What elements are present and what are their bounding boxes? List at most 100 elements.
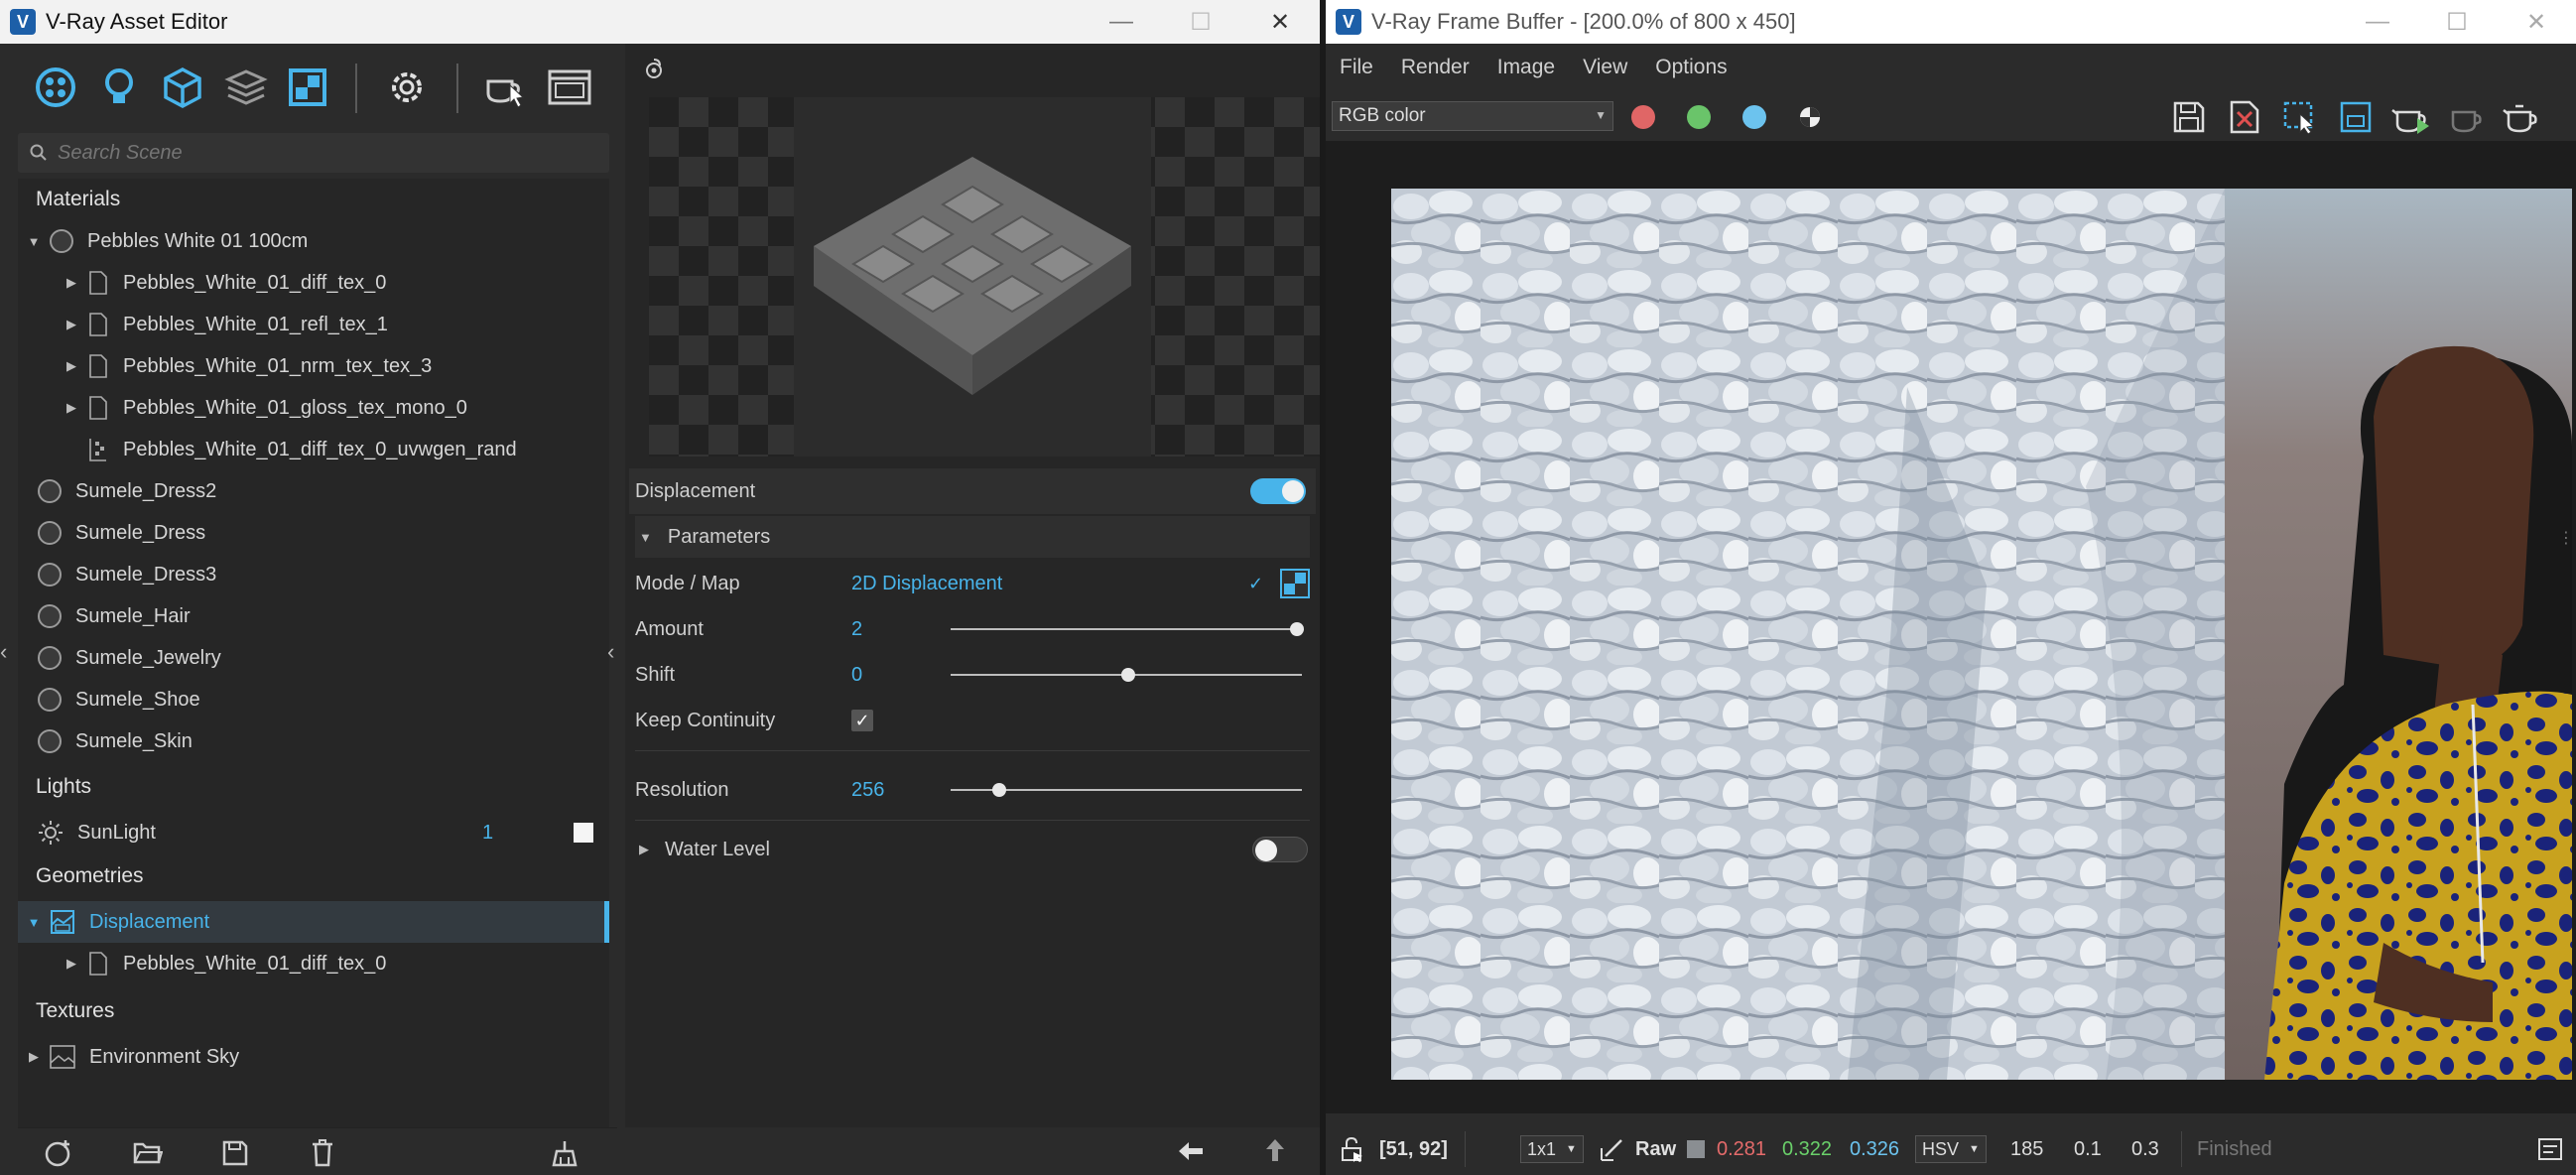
purge-unused-icon[interactable]: [550, 1138, 580, 1168]
material-item[interactable]: Sumele_Dress2: [18, 470, 609, 512]
side-panel-handle[interactable]: ⋮: [2558, 528, 2574, 548]
interactive-render-icon[interactable]: [480, 62, 532, 113]
geometry-category-icon[interactable]: [157, 62, 208, 113]
expand-caret-icon[interactable]: ▶: [62, 315, 81, 334]
collapse-left-icon[interactable]: ‹: [0, 639, 18, 669]
zoom-select[interactable]: 1x1 ▼: [1520, 1123, 1584, 1175]
menu-file[interactable]: File: [1340, 56, 1373, 79]
color-mode-select[interactable]: HSV ▼: [1915, 1123, 1987, 1175]
displacement-toggle[interactable]: [1250, 478, 1306, 504]
material-sphere-icon: [38, 604, 62, 628]
texture-item[interactable]: ▶ Pebbles_White_01_gloss_tex_mono_0: [18, 387, 609, 429]
material-item[interactable]: Sumele_Jewelry: [18, 637, 609, 679]
lock-icon[interactable]: [1340, 1123, 1365, 1175]
preview-settings-icon[interactable]: [639, 56, 669, 85]
slider-handle[interactable]: [992, 783, 1006, 797]
resolution-slider[interactable]: [951, 783, 1302, 797]
open-folder-icon[interactable]: [133, 1138, 163, 1168]
add-asset-icon[interactable]: [44, 1138, 73, 1168]
green-channel-button[interactable]: [1687, 105, 1711, 129]
expand-caret-icon[interactable]: ▼: [24, 231, 44, 251]
settings-gear-icon[interactable]: [381, 62, 433, 113]
material-item[interactable]: Sumele_Skin: [18, 720, 609, 762]
material-item[interactable]: Sumele_Shoe: [18, 679, 609, 720]
minimize-button[interactable]: —: [2338, 0, 2417, 44]
light-item-sunlight[interactable]: SunLight 1: [18, 812, 609, 853]
stop-render-icon[interactable]: [2447, 99, 2487, 135]
light-color-swatch[interactable]: [574, 823, 593, 843]
menu-options[interactable]: Options: [1655, 56, 1727, 79]
menu-view[interactable]: View: [1583, 56, 1627, 79]
material-item[interactable]: Sumele_Dress: [18, 512, 609, 554]
up-arrow-icon[interactable]: [1264, 1137, 1286, 1163]
maximize-button[interactable]: ☐: [2417, 0, 2497, 44]
close-button[interactable]: ✕: [2497, 0, 2576, 44]
expand-caret-icon[interactable]: ▶: [62, 954, 81, 974]
material-item[interactable]: Sumele_Hair: [18, 595, 609, 637]
collapse-caret-icon[interactable]: ▼: [639, 530, 652, 545]
water-level-toggle[interactable]: [1252, 837, 1308, 862]
search-scene-box[interactable]: [18, 133, 609, 173]
frame-buffer-icon[interactable]: [544, 62, 595, 113]
amount-value[interactable]: 2: [851, 618, 862, 641]
render-last-icon[interactable]: [2503, 99, 2542, 135]
expand-caret-icon[interactable]: ▼: [24, 912, 44, 932]
render-teapot-icon[interactable]: [2391, 99, 2431, 135]
texture-item[interactable]: ▶ Pebbles_White_01_nrm_tex_tex_3: [18, 345, 609, 387]
region-render-icon[interactable]: [2280, 99, 2320, 135]
minimize-button[interactable]: —: [1082, 0, 1161, 44]
texture-item[interactable]: ▶ Pebbles_White_01_diff_tex_0: [18, 262, 609, 304]
collapse-panel-icon[interactable]: ‹: [607, 639, 625, 669]
red-channel-button[interactable]: [1631, 105, 1655, 129]
rendered-image[interactable]: [1391, 189, 2572, 1080]
textures-category-icon[interactable]: [282, 62, 333, 113]
expand-caret-icon[interactable]: ▶: [62, 356, 81, 376]
texture-item-environment-sky[interactable]: ▶ Environment Sky: [18, 1036, 609, 1078]
texture-item[interactable]: ▶ Pebbles_White_01_refl_tex_1: [18, 304, 609, 345]
search-input[interactable]: [58, 141, 593, 165]
menu-render[interactable]: Render: [1401, 56, 1470, 79]
uvwgen-item[interactable]: Pebbles_White_01_diff_tex_0_uvwgen_rand: [18, 429, 609, 470]
clear-image-icon[interactable]: [2225, 99, 2264, 135]
frame-buffer-statusbar: [51, 92] 1x1 ▼ Raw 0.281 0.322 0.326 HSV ▼…: [1326, 1123, 2576, 1175]
close-button[interactable]: ✕: [1240, 0, 1320, 44]
expand-caret-icon[interactable]: ▶: [62, 273, 81, 293]
slider-handle[interactable]: [1290, 622, 1304, 636]
menu-image[interactable]: Image: [1497, 56, 1555, 79]
expand-caret-icon[interactable]: ▶: [24, 1047, 44, 1067]
track-mouse-icon[interactable]: [2336, 99, 2376, 135]
texture-item[interactable]: ▶ Pebbles_White_01_diff_tex_0: [18, 943, 609, 984]
slider-handle[interactable]: [1121, 668, 1135, 682]
resolution-label: Resolution: [635, 778, 729, 801]
channel-select[interactable]: RGB color ▼: [1332, 101, 1613, 131]
frame-buffer-canvas[interactable]: ⋮: [1326, 141, 2576, 1113]
material-item[interactable]: Sumele_Dress3: [18, 554, 609, 595]
materials-category-icon[interactable]: [30, 62, 81, 113]
geometry-item-displacement[interactable]: ▼ Displacement: [18, 901, 609, 943]
lights-category-icon[interactable]: [93, 62, 145, 113]
color-picker-icon[interactable]: [1600, 1123, 1625, 1175]
render-elements-category-icon[interactable]: [220, 62, 272, 113]
expand-caret-icon[interactable]: ▶: [62, 398, 81, 418]
log-panel-icon[interactable]: [2538, 1123, 2562, 1175]
maximize-button[interactable]: ☐: [1161, 0, 1240, 44]
water-level-row[interactable]: ▶ Water Level: [635, 828, 1310, 871]
texture-slot-icon[interactable]: [1280, 569, 1310, 598]
parameters-group-header[interactable]: ▼ Parameters: [635, 516, 1310, 558]
delete-icon[interactable]: [308, 1138, 337, 1168]
chevron-down-icon[interactable]: ✓: [1248, 574, 1263, 594]
blue-channel-button[interactable]: [1742, 105, 1766, 129]
expand-caret-icon[interactable]: ▶: [639, 842, 649, 857]
alpha-channel-icon[interactable]: [1798, 105, 1822, 129]
amount-slider[interactable]: [951, 622, 1304, 636]
save-image-icon[interactable]: [2169, 99, 2209, 135]
shift-slider[interactable]: [951, 668, 1302, 682]
resolution-value[interactable]: 256: [851, 779, 884, 802]
mode-map-dropdown[interactable]: 2D Displacement: [851, 573, 1002, 595]
back-arrow-icon[interactable]: [1177, 1139, 1205, 1163]
properties-panel: Displacement ▼ Parameters Mode / Map 2D …: [625, 44, 1320, 1175]
save-icon[interactable]: [220, 1138, 250, 1168]
shift-value[interactable]: 0: [851, 664, 862, 687]
keep-continuity-checkbox[interactable]: ✓: [851, 710, 873, 731]
material-item-pebbles[interactable]: ▼ Pebbles White 01 100cm: [18, 220, 609, 262]
